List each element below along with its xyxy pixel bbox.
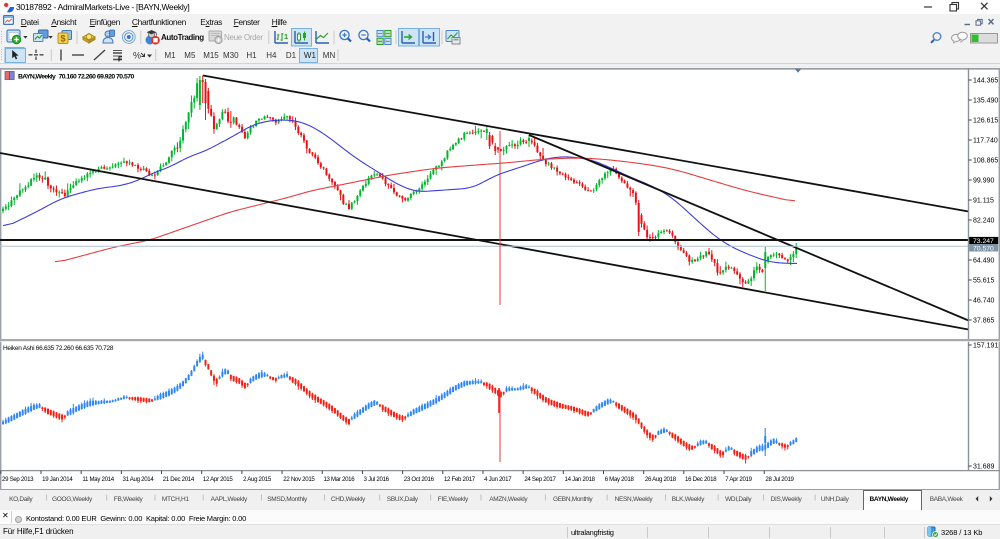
svg-text:12 Apr 2015: 12 Apr 2015	[203, 476, 233, 483]
svg-text:28 Jul 2019: 28 Jul 2019	[765, 476, 794, 483]
svg-text:37.865: 37.865	[973, 318, 995, 325]
svg-text:135.490: 135.490	[973, 98, 998, 105]
svg-text:3 Jul 2016: 3 Jul 2016	[364, 476, 390, 483]
svg-text:70.160 72.260 69.920 70.570: 70.160 72.260 69.920 70.570	[59, 74, 135, 81]
svg-text:6 May 2018: 6 May 2018	[605, 476, 635, 483]
svg-text:12 Feb 2017: 12 Feb 2017	[444, 476, 476, 483]
svg-text:7 Apr 2019: 7 Apr 2019	[725, 476, 752, 483]
svg-text:14 Jan 2018: 14 Jan 2018	[565, 476, 596, 483]
svg-text:144.365: 144.365	[973, 78, 998, 85]
svg-text:99.990: 99.990	[973, 178, 995, 185]
svg-text:13 Mar 2016: 13 Mar 2016	[323, 476, 355, 483]
svg-text:55.615: 55.615	[973, 278, 995, 285]
svg-text:29 Sep 2013: 29 Sep 2013	[2, 476, 34, 483]
svg-text:157.191: 157.191	[973, 343, 998, 350]
svg-text:11 May 2014: 11 May 2014	[82, 476, 114, 483]
svg-text:19 Jan 2014: 19 Jan 2014	[42, 476, 73, 483]
svg-text:31.689: 31.689	[973, 464, 995, 471]
svg-text:126.615: 126.615	[973, 118, 998, 125]
svg-text:46.740: 46.740	[973, 298, 995, 305]
svg-text:70.570: 70.570	[973, 245, 994, 252]
svg-text:16 Dec 2018: 16 Dec 2018	[685, 476, 717, 483]
svg-text:64.490: 64.490	[973, 258, 995, 265]
svg-text:24 Sep 2017: 24 Sep 2017	[524, 476, 556, 483]
svg-text:108.865: 108.865	[973, 158, 998, 165]
svg-text:82.240: 82.240	[973, 218, 995, 225]
svg-text:91.115: 91.115	[973, 198, 994, 205]
svg-text:73.247: 73.247	[973, 238, 994, 245]
svg-text:BAYN,Weekly: BAYN,Weekly	[18, 74, 56, 81]
svg-text:21 Dec 2014: 21 Dec 2014	[163, 476, 195, 483]
svg-text:117.740: 117.740	[973, 138, 998, 145]
svg-text:22 Nov 2015: 22 Nov 2015	[283, 476, 315, 483]
svg-text:26 Aug 2018: 26 Aug 2018	[645, 476, 677, 483]
svg-text:2 Aug 2015: 2 Aug 2015	[243, 476, 272, 483]
svg-text:23 Oct 2016: 23 Oct 2016	[404, 476, 435, 483]
svg-text:Heiken Ashi 66.635 72.260 66.6: Heiken Ashi 66.635 72.260 66.635 70.728	[3, 345, 114, 352]
svg-text:4 Jun 2017: 4 Jun 2017	[484, 476, 512, 483]
svg-text:31 Aug 2014: 31 Aug 2014	[123, 476, 155, 483]
